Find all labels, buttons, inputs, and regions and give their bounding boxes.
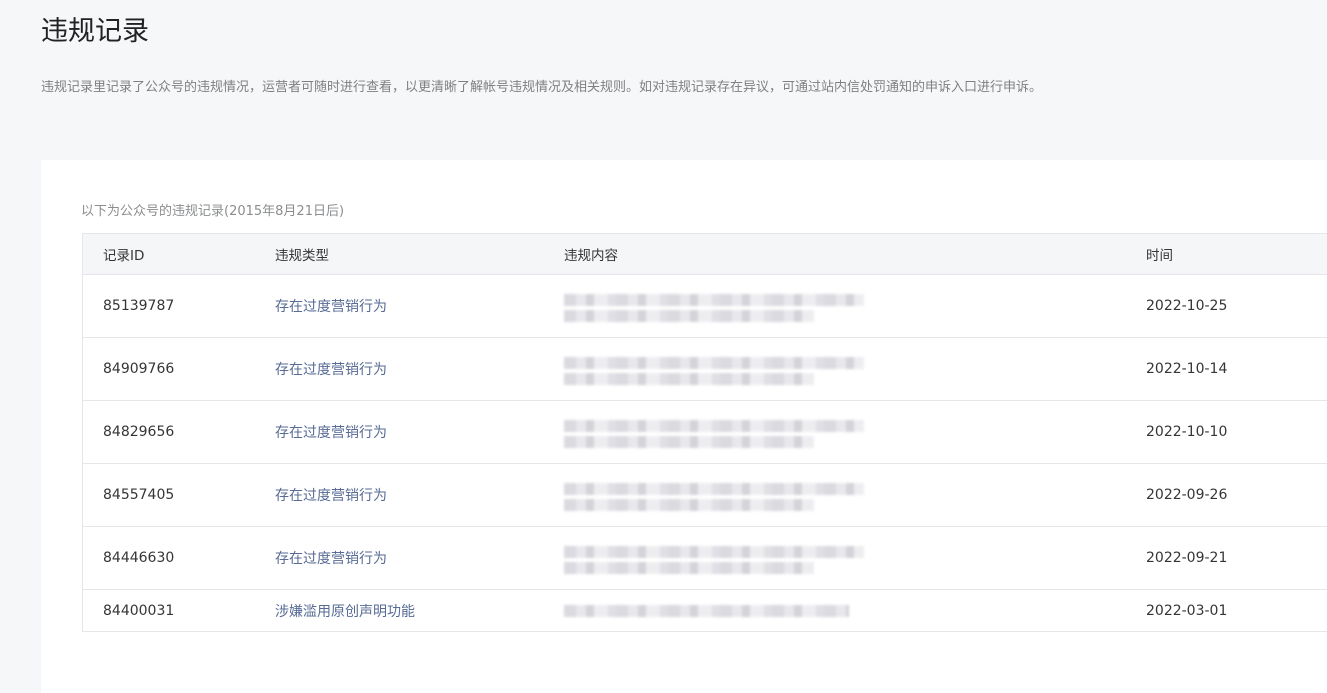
redacted-content bbox=[564, 414, 864, 450]
column-header-time: 时间 bbox=[1146, 248, 1173, 264]
column-header-id: 记录ID bbox=[103, 248, 145, 264]
column-header-content: 违规内容 bbox=[564, 248, 618, 264]
page-title: 违规记录 bbox=[41, 16, 149, 47]
page-description: 违规记录里记录了公众号的违规情况，运营者可随时进行查看，以更清晰了解帐号违规情况… bbox=[41, 80, 1043, 95]
violation-type-link[interactable]: 存在过度营销行为 bbox=[275, 422, 387, 442]
record-time: 2022-09-26 bbox=[1146, 487, 1228, 503]
table-row: 84829656 存在过度营销行为 2022-10-10 bbox=[83, 401, 1327, 464]
redacted-content bbox=[564, 351, 864, 387]
record-id: 84829656 bbox=[103, 424, 175, 440]
table-row: 84909766 存在过度营销行为 2022-10-14 bbox=[83, 338, 1327, 401]
table-row: 85139787 存在过度营销行为 2022-10-25 bbox=[83, 275, 1327, 338]
records-caption: 以下为公众号的违规记录(2015年8月21日后) bbox=[81, 204, 345, 219]
violation-type-link[interactable]: 存在过度营销行为 bbox=[275, 359, 387, 379]
record-id: 84446630 bbox=[103, 550, 175, 566]
violation-type-link[interactable]: 存在过度营销行为 bbox=[275, 548, 387, 568]
violation-type-link[interactable]: 存在过度营销行为 bbox=[275, 485, 387, 505]
redacted-content bbox=[564, 288, 864, 324]
record-time: 2022-10-14 bbox=[1146, 361, 1228, 377]
violation-type-link[interactable]: 涉嫌滥用原创声明功能 bbox=[275, 601, 415, 621]
table-header-row: 记录ID 违规类型 违规内容 时间 bbox=[83, 234, 1327, 275]
record-id: 85139787 bbox=[103, 298, 175, 314]
table-row: 84557405 存在过度营销行为 2022-09-26 bbox=[83, 464, 1327, 527]
record-id: 84400031 bbox=[103, 602, 175, 619]
record-time: 2022-09-21 bbox=[1146, 550, 1228, 566]
redacted-content bbox=[564, 540, 864, 576]
record-time: 2022-10-10 bbox=[1146, 424, 1228, 440]
violation-records-table: 记录ID 违规类型 违规内容 时间 85139787 存在过度营销行为 2022… bbox=[82, 233, 1327, 632]
record-time: 2022-03-01 bbox=[1146, 602, 1228, 619]
table-row: 84400031 涉嫌滥用原创声明功能 2022-03-01 bbox=[83, 590, 1327, 632]
table-row: 84446630 存在过度营销行为 2022-09-21 bbox=[83, 527, 1327, 590]
record-id: 84909766 bbox=[103, 361, 175, 377]
redacted-content bbox=[564, 593, 864, 629]
column-header-type: 违规类型 bbox=[275, 248, 329, 264]
record-id: 84557405 bbox=[103, 487, 175, 503]
redacted-content bbox=[564, 477, 864, 513]
violation-records-panel: 以下为公众号的违规记录(2015年8月21日后) 记录ID 违规类型 违规内容 … bbox=[41, 160, 1327, 693]
record-time: 2022-10-25 bbox=[1146, 298, 1228, 314]
violation-type-link[interactable]: 存在过度营销行为 bbox=[275, 296, 387, 316]
